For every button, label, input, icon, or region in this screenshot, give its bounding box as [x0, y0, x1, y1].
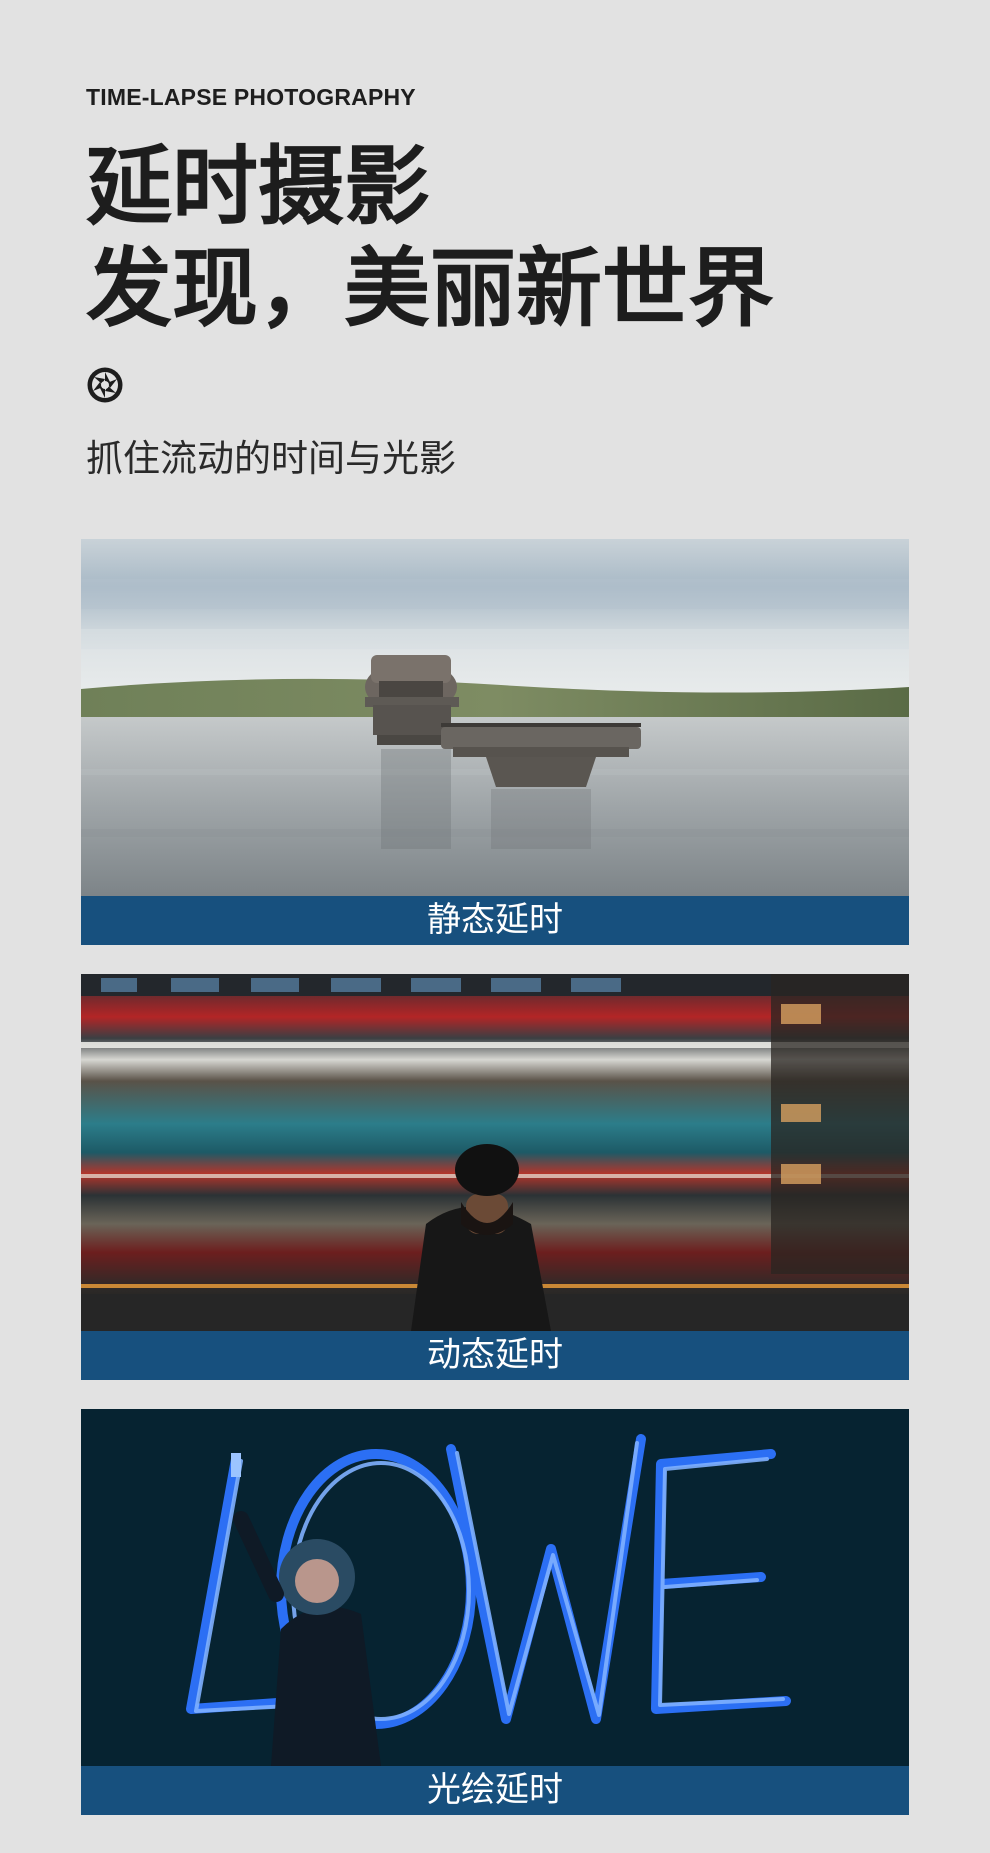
page-title-line2: 发现，美丽新世界: [86, 239, 774, 339]
photo-man-bus: [81, 974, 909, 1331]
eyebrow-label: TIME-LAPSE PHOTOGRAPHY: [86, 84, 416, 110]
photo-light-painting: [81, 1409, 909, 1766]
photo-lake-tower: [81, 539, 909, 896]
tagline: 抓住流动的时间与光影: [86, 437, 456, 480]
page-title-line1: 延时摄影: [86, 137, 430, 237]
card-caption: 静态延时: [81, 896, 909, 945]
card-caption: 光绘延时: [81, 1766, 909, 1815]
photo-card-dynamic: 动态延时: [81, 974, 909, 1380]
photo-card-lightpaint: 光绘延时: [81, 1409, 909, 1815]
photo-card-static: 静态延时: [81, 539, 909, 945]
card-caption: 动态延时: [81, 1331, 909, 1380]
aperture-icon: [86, 366, 124, 404]
